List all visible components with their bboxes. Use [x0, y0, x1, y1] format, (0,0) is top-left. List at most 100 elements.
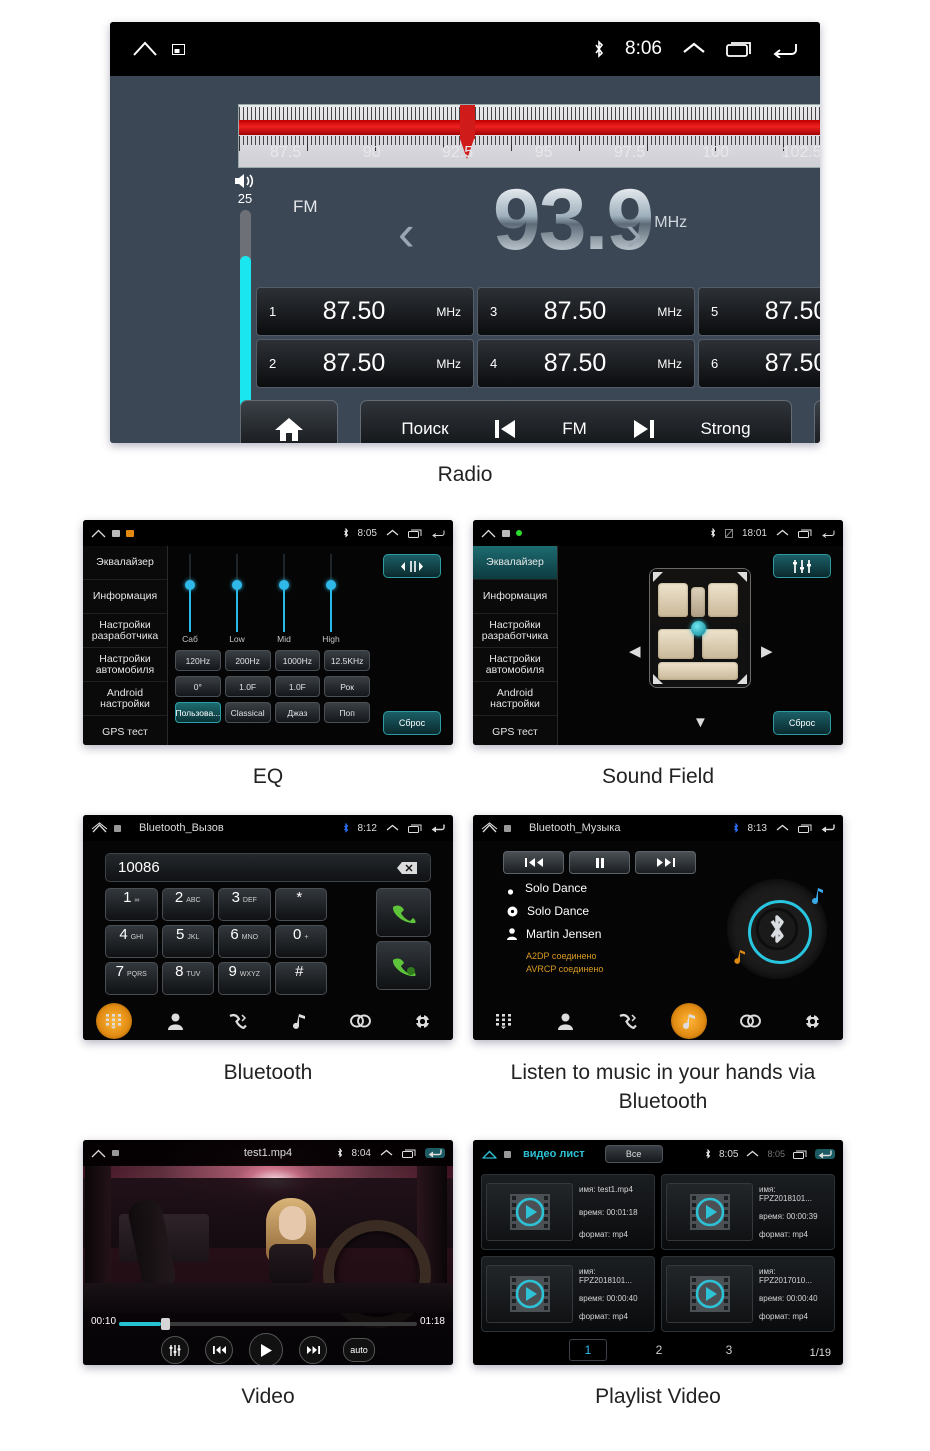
preset-button[interactable]: 587.50MHz: [698, 287, 820, 336]
home-icon[interactable]: [132, 41, 158, 57]
eq-slider[interactable]: Саб: [175, 554, 205, 644]
sound-focus-point[interactable]: [691, 621, 706, 636]
home-icon[interactable]: [91, 529, 106, 538]
dialpad-key[interactable]: 5 JKL: [161, 925, 214, 958]
video-thumbnail[interactable]: [666, 1265, 753, 1323]
filter-all-button[interactable]: Все: [604, 1145, 663, 1163]
dialpad-icon[interactable]: [95, 1003, 132, 1039]
prev-button[interactable]: [503, 851, 564, 874]
settings-menu-item[interactable]: Настройки автомобиля: [473, 648, 557, 682]
eq-slider[interactable]: High: [316, 554, 346, 644]
multitask-icon[interactable]: [798, 824, 812, 833]
eq-option-button[interactable]: Рок: [324, 676, 370, 697]
multitask-icon[interactable]: [408, 824, 422, 833]
settings-menu-item[interactable]: Настройки разработчика: [83, 614, 167, 648]
eq-option-button[interactable]: 0°: [175, 676, 221, 697]
settings-icon[interactable]: [404, 1003, 440, 1039]
multitask-icon[interactable]: [798, 529, 812, 538]
settings-menu-item[interactable]: Информация: [473, 580, 557, 614]
eq-slider[interactable]: Low: [222, 554, 252, 644]
seek-handle[interactable]: [160, 1318, 170, 1330]
next-station-button[interactable]: ›: [625, 208, 642, 258]
link-icon[interactable]: [342, 1003, 378, 1039]
page-button[interactable]: 1: [569, 1339, 607, 1361]
page-button[interactable]: 2: [641, 1340, 677, 1360]
eq-option-button[interactable]: 1.0F: [274, 676, 321, 697]
next-button[interactable]: [632, 418, 656, 440]
dialpad-icon[interactable]: [486, 1003, 522, 1039]
eq-slider-track[interactable]: [185, 554, 195, 632]
sf-arrow-right[interactable]: ▶: [761, 642, 773, 660]
settings-menu-item[interactable]: Android настройки: [473, 682, 557, 716]
back-icon[interactable]: [425, 1148, 445, 1158]
auto-button[interactable]: auto: [343, 1338, 375, 1362]
dialpad-key[interactable]: 9 WXYZ: [218, 962, 271, 995]
next-icon[interactable]: [299, 1336, 327, 1364]
playlist-item[interactable]: имя: FPZ2018101... время: 00:00:39 формат:…: [661, 1174, 835, 1250]
chevron-up-icon[interactable]: [386, 824, 399, 833]
preset-button[interactable]: 2 87.50 MHz: [256, 339, 474, 388]
call-history-icon[interactable]: [609, 1003, 645, 1039]
chevron-up-icon[interactable]: [386, 529, 399, 538]
preset-button[interactable]: 3 87.50 MHz: [477, 287, 695, 336]
eq-slider-knob[interactable]: [185, 580, 195, 591]
dialpad-key[interactable]: 8 TUV: [161, 962, 214, 995]
dialpad-key[interactable]: #: [274, 962, 327, 995]
preset-button[interactable]: 4 87.50 MHz: [477, 339, 695, 388]
back-icon[interactable]: [772, 41, 798, 58]
back-icon[interactable]: [431, 529, 445, 538]
phone-number-input[interactable]: 10086: [105, 853, 431, 882]
eq-slider-track[interactable]: [326, 554, 336, 632]
eq-slider-track[interactable]: [232, 554, 242, 632]
eq-option-button[interactable]: 200Hz: [224, 650, 271, 671]
dialpad-key[interactable]: *: [274, 888, 327, 921]
video-thumbnail[interactable]: [486, 1265, 573, 1323]
end-call-button[interactable]: [376, 941, 431, 990]
eq-option-button[interactable]: 120Hz: [175, 650, 221, 671]
eq-icon[interactable]: [161, 1336, 189, 1364]
settings-menu-item[interactable]: Настройки разработчика: [473, 614, 557, 648]
contacts-icon[interactable]: [157, 1003, 193, 1039]
equalizer-toggle[interactable]: [773, 554, 831, 578]
chevron-up-icon[interactable]: [682, 41, 706, 57]
prev-icon[interactable]: [205, 1336, 233, 1364]
link-icon[interactable]: [732, 1003, 768, 1039]
back-icon[interactable]: [821, 529, 835, 538]
settings-menu-item[interactable]: Эквалайзер: [83, 546, 167, 580]
next-button[interactable]: [635, 851, 696, 874]
play-icon[interactable]: [249, 1333, 283, 1365]
back-icon[interactable]: [815, 1149, 835, 1159]
pause-button[interactable]: [569, 851, 630, 874]
settings-menu-item[interactable]: Android настройки: [83, 682, 167, 716]
playlist-item[interactable]: имя: FPZ2018101... время: 00:00:40 формат:…: [481, 1256, 655, 1332]
contacts-icon[interactable]: [547, 1003, 583, 1039]
dialpad-key[interactable]: 1 ∞: [105, 888, 158, 921]
multitask-icon[interactable]: [408, 529, 422, 538]
seek-bar[interactable]: [119, 1318, 417, 1330]
playlist-item[interactable]: имя: test1.mp4 время: 00:01:18 формат: mp4: [481, 1174, 655, 1250]
search-button[interactable]: Поиск: [401, 419, 448, 439]
multitask-icon[interactable]: [402, 1149, 416, 1158]
chevron-up-icon[interactable]: [776, 824, 789, 833]
back-icon[interactable]: [821, 823, 835, 833]
dialpad-key[interactable]: 7 PQRS: [105, 962, 158, 995]
eq-option-button[interactable]: 12.5KHz: [324, 650, 370, 671]
sf-arrow-down[interactable]: ▼: [693, 714, 708, 731]
prev-button[interactable]: [493, 418, 517, 440]
settings-menu-item[interactable]: Настройки автомобиля: [83, 648, 167, 682]
eq-option-button[interactable]: Classical: [224, 702, 271, 723]
home-icon[interactable]: [481, 1148, 498, 1160]
multitask-icon[interactable]: [793, 1150, 807, 1159]
strong-button[interactable]: Strong: [700, 419, 750, 439]
dialpad-key[interactable]: 3 DEF: [218, 888, 271, 921]
chevron-up-icon[interactable]: [380, 1149, 393, 1158]
settings-icon[interactable]: [794, 1003, 830, 1039]
eq-option-button[interactable]: Поп: [324, 702, 370, 723]
preset-button[interactable]: 1 87.50 MHz: [256, 287, 474, 336]
playlist-item[interactable]: имя: FPZ2017010... время: 00:00:40 формат:…: [661, 1256, 835, 1332]
reset-button[interactable]: Сброс: [773, 711, 831, 735]
settings-menu-item[interactable]: GPS тест: [83, 716, 167, 745]
multitask-icon[interactable]: [726, 41, 752, 58]
call-button[interactable]: [376, 888, 431, 937]
eq-slider[interactable]: Mid: [269, 554, 299, 644]
